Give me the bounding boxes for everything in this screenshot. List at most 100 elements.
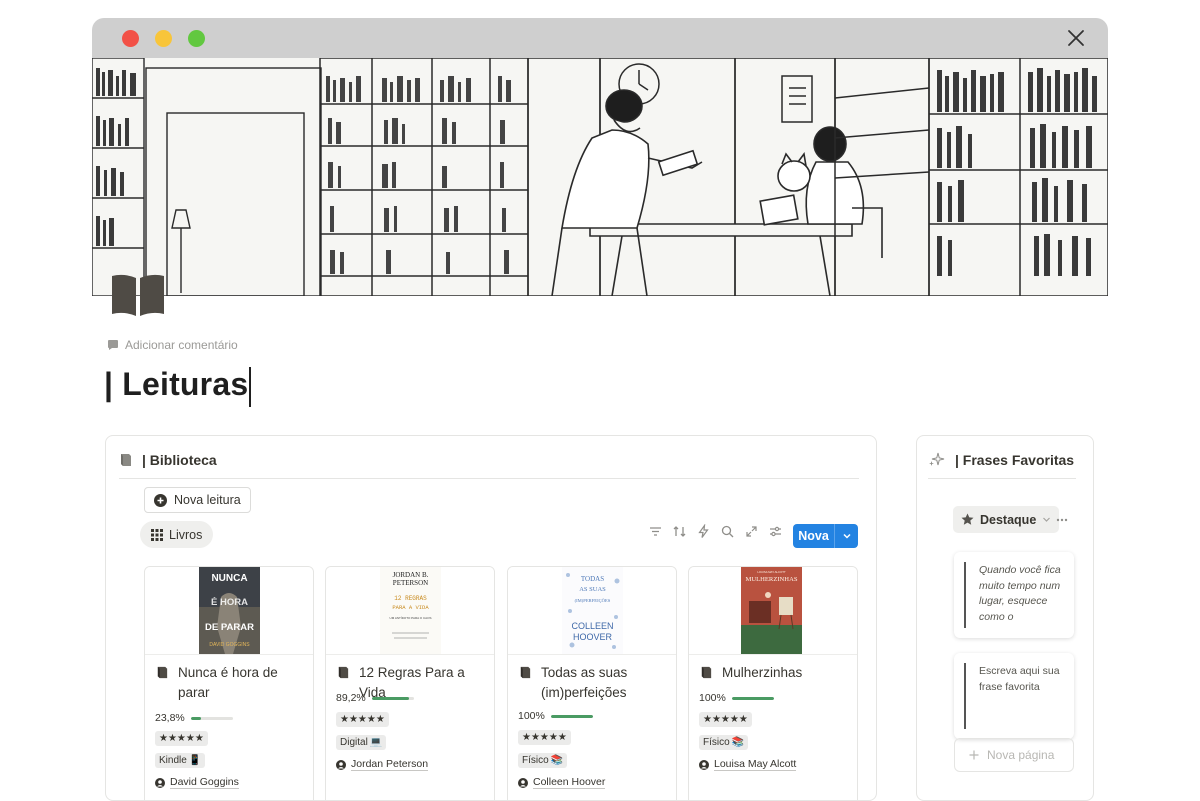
- book-card[interactable]: NUNCA É HORA DE PARAR DAVID GOGGINS Nunc…: [144, 566, 314, 800]
- close-dot[interactable]: [122, 30, 139, 47]
- author-name: David Goggins: [170, 776, 239, 789]
- quote-text: Escreva aqui sua frase favorita: [979, 665, 1060, 693]
- maximize-dot[interactable]: [188, 30, 205, 47]
- cover-line: 12 REGRAS: [394, 595, 427, 602]
- progress-label: 100%: [699, 692, 726, 704]
- sort-icon[interactable]: [672, 524, 687, 539]
- rating-stars: ★★★★★: [703, 714, 748, 725]
- star-icon: [961, 513, 974, 525]
- format-emoji: 📚: [550, 755, 564, 766]
- cover-line: COLLEEN: [571, 621, 613, 631]
- cover-line: PETERSON: [393, 579, 428, 587]
- user-icon: [336, 759, 346, 770]
- new-reading-label: Nova leitura: [174, 493, 241, 507]
- tab-livros-label: Livros: [169, 527, 203, 542]
- favorites-panel: | Frases Favoritas Destaque Quando você …: [916, 435, 1094, 801]
- chevron-down-icon: [1043, 517, 1051, 522]
- chevron-down-icon[interactable]: [835, 524, 858, 548]
- divider: [928, 478, 1076, 479]
- lightning-icon[interactable]: [696, 523, 711, 539]
- filter-destaque[interactable]: Destaque: [953, 506, 1060, 533]
- new-entry-button[interactable]: Nova: [793, 524, 858, 548]
- book-icon: [701, 666, 712, 679]
- book-cover-mulherzinhas: MULHERZINHAS LOUISA MAY ALCOTT: [741, 567, 802, 654]
- cover-line: DAVID GOGGINS: [209, 642, 250, 648]
- new-page-label: Nova página: [987, 748, 1055, 762]
- cover-line: LOUISA MAY ALCOTT: [757, 570, 786, 574]
- card-cover: TODAS AS SUAS (IM)PERFEIÇÕES COLLEEN HOO…: [508, 567, 676, 655]
- progress-fill: [731, 696, 774, 700]
- close-icon[interactable]: [1064, 26, 1088, 50]
- view-toolbar: [648, 523, 783, 539]
- user-icon: [699, 759, 709, 770]
- format-label: Físico: [703, 737, 730, 748]
- quote-text: Quando você fica muito tempo num lugar, …: [979, 564, 1061, 623]
- format-emoji: 💻: [369, 737, 383, 748]
- book-card[interactable]: JORDAN B. PETERSON 12 REGRAS PARA A VIDA…: [325, 566, 495, 800]
- format-label: Kindle: [159, 755, 187, 766]
- progress: 89,2%: [336, 692, 414, 704]
- format-tag: Físico 📚: [518, 753, 568, 768]
- user-icon: [518, 777, 528, 788]
- more-icon[interactable]: [1055, 513, 1069, 527]
- card-title-text: Nunca é hora de parar: [178, 665, 278, 700]
- page-title-text: | Leituras: [104, 366, 249, 402]
- new-reading-button[interactable]: Nova leitura: [144, 487, 251, 513]
- progress: 100%: [518, 710, 593, 722]
- favorites-header: | Frases Favoritas: [928, 452, 1074, 468]
- author: Jordan Peterson: [336, 758, 429, 771]
- filter-destaque-label: Destaque: [980, 512, 1037, 527]
- expand-icon[interactable]: [744, 524, 759, 539]
- book-icon[interactable]: [110, 272, 166, 318]
- progress-fill: [371, 696, 410, 700]
- rating-tag: ★★★★★: [699, 712, 752, 727]
- progress-bar: [550, 714, 593, 718]
- book-icon: [157, 666, 168, 679]
- book-icon: [121, 454, 131, 466]
- settings-icon[interactable]: [768, 524, 783, 539]
- cover-illustration: [92, 58, 1108, 296]
- cover-line: HOOVER: [573, 632, 613, 642]
- comment-icon: [108, 340, 118, 350]
- author: Colleen Hoover: [518, 776, 606, 789]
- cover-line: NUNCA: [211, 573, 247, 584]
- library-title: | Biblioteca: [142, 452, 217, 468]
- add-comment-label: Adicionar comentário: [125, 338, 238, 352]
- quote-card[interactable]: Escreva aqui sua frase favorita: [954, 653, 1074, 739]
- author: David Goggins: [155, 776, 239, 789]
- page-title[interactable]: | Leituras: [104, 366, 251, 407]
- quote-bar: [964, 663, 966, 729]
- user-icon: [155, 777, 165, 788]
- tab-livros[interactable]: Livros: [140, 521, 214, 548]
- progress-bar: [371, 696, 414, 700]
- quote-bar: [964, 562, 966, 628]
- cover-line: MULHERZINHAS: [745, 576, 797, 583]
- card-cover: JORDAN B. PETERSON 12 REGRAS PARA A VIDA…: [326, 567, 494, 655]
- plus-icon: [969, 750, 979, 760]
- book-card[interactable]: MULHERZINHAS LOUISA MAY ALCOTT Mulherzin…: [688, 566, 858, 800]
- format-emoji: 📱: [188, 755, 202, 766]
- format-label: Físico: [522, 755, 549, 766]
- author-name: Jordan Peterson: [351, 758, 429, 771]
- rating-tag: ★★★★★: [155, 731, 208, 746]
- book-card[interactable]: TODAS AS SUAS (IM)PERFEIÇÕES COLLEEN HOO…: [507, 566, 677, 800]
- card-title: Todas as suas (im)perfeições: [519, 663, 669, 703]
- book-icon: [520, 666, 531, 679]
- progress-label: 89,2%: [336, 692, 366, 704]
- quote-card[interactable]: Quando você fica muito tempo num lugar, …: [954, 552, 1074, 638]
- add-comment-button[interactable]: Adicionar comentário: [107, 338, 238, 352]
- format-emoji: 📚: [731, 737, 745, 748]
- plus-circle-icon: [154, 493, 167, 507]
- text-caret: [249, 366, 251, 407]
- progress-label: 23,8%: [155, 712, 185, 724]
- rating-stars: ★★★★★: [340, 714, 385, 725]
- new-page-button[interactable]: Nova página: [954, 738, 1074, 772]
- app-window: Adicionar comentário | Leituras | Biblio…: [92, 18, 1108, 801]
- filter-icon[interactable]: [648, 524, 663, 539]
- cover-line: (IM)PERFEIÇÕES: [575, 598, 611, 603]
- card-title-text: Todas as suas (im)perfeições: [541, 665, 628, 700]
- minimize-dot[interactable]: [155, 30, 172, 47]
- search-icon[interactable]: [720, 524, 735, 539]
- cover-line: É HORA: [211, 597, 248, 608]
- library-panel: | Biblioteca Nova leitura Livros Nova NU…: [105, 435, 877, 801]
